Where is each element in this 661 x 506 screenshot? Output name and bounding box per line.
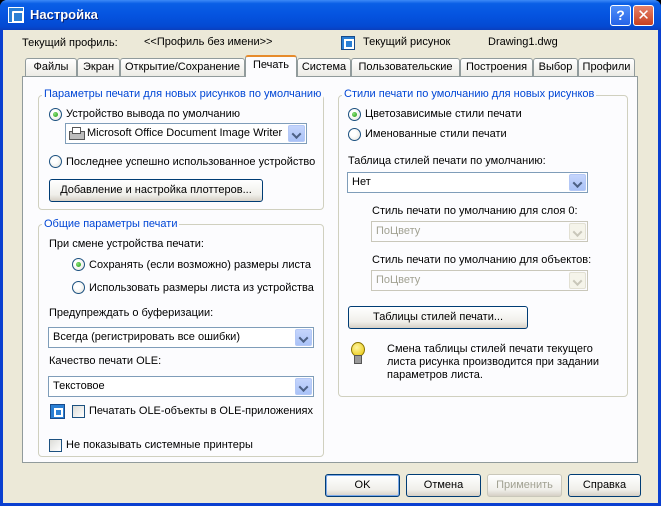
drawing-label: Текущий рисунок <box>363 36 451 48</box>
profile-label: Текущий профиль: <box>22 37 118 49</box>
objects-style-combo[interactable]: ПоЦвету <box>371 270 588 291</box>
ole-quality-value: Текстовое <box>53 380 105 392</box>
drawing-value: Drawing1.dwg <box>488 36 558 48</box>
color-dependent-label: Цветозависимые стили печати <box>365 108 522 120</box>
printer-icon <box>69 127 85 140</box>
tab-plot[interactable]: Печать <box>245 55 297 77</box>
add-plotter-button[interactable]: Добавление и настройка плоттеров... <box>49 179 263 202</box>
ole-apps-label: Печатать OLE-объекты в OLE-приложениях <box>89 405 314 417</box>
device-combo-value: Microsoft Office Document Image Writer <box>87 127 283 139</box>
tab-user[interactable]: Пользовательские <box>351 58 460 76</box>
default-table-value: Нет <box>352 176 371 188</box>
tab-drafting[interactable]: Построения <box>460 58 533 76</box>
keep-paper-size-label: Сохранять (если возможно) размеры листа <box>89 259 312 271</box>
device-combo[interactable]: Microsoft Office Document Image Writer <box>65 123 307 144</box>
named-styles-radio[interactable] <box>348 128 361 141</box>
ole-quality-combo[interactable]: Текстовое <box>48 376 314 397</box>
title-bar[interactable]: Настройка ? ✕ <box>0 0 661 30</box>
tab-open-save[interactable]: Открытие/Сохранение <box>120 58 245 76</box>
plot-styles-title: Стили печати по умолчанию для новых рису… <box>342 88 597 100</box>
color-dependent-radio[interactable] <box>348 108 361 121</box>
apply-button[interactable]: Применить <box>487 474 562 497</box>
new-drawing-defaults-title: Параметры печати для новых рисунков по у… <box>42 88 324 100</box>
options-dialog: Настройка ? ✕ Текущий профиль: <<Профиль… <box>0 0 661 506</box>
tab-profiles[interactable]: Профили <box>578 58 635 76</box>
general-options-title: Общие параметры печати <box>42 218 180 230</box>
spool-alert-combo[interactable]: Всегда (регистрировать все ошибки) <box>48 327 314 348</box>
default-device-radio[interactable] <box>49 108 62 121</box>
ole-icon <box>50 404 65 419</box>
window-title: Настройка <box>30 7 98 22</box>
cancel-button[interactable]: Отмена <box>406 474 481 497</box>
last-used-device-radio[interactable] <box>49 155 62 168</box>
default-table-combo[interactable]: Нет <box>347 172 588 193</box>
drawing-icon <box>341 36 355 50</box>
tab-selection[interactable]: Выбор <box>533 58 578 76</box>
objects-style-label: Стиль печати по умолчанию для объектов: <box>372 254 592 266</box>
chevron-down-icon[interactable] <box>295 329 312 346</box>
chevron-down-icon[interactable] <box>288 125 305 142</box>
use-device-size-label: Использовать размеры листа из устройства <box>89 282 314 294</box>
tab-files[interactable]: Файлы <box>25 58 77 76</box>
chevron-down-icon[interactable] <box>295 378 312 395</box>
on-device-change-label: При смене устройства печати: <box>49 238 204 250</box>
last-used-device-label: Последнее успешно использованное устройс… <box>66 156 316 168</box>
hide-system-printers-checkbox[interactable] <box>49 439 62 452</box>
help-title-button[interactable]: ? <box>610 5 631 26</box>
use-device-size-radio[interactable] <box>72 281 85 294</box>
spool-alert-label: Предупреждать о буферизации: <box>49 307 214 319</box>
hide-system-printers-label: Не показывать системные принтеры <box>66 439 253 451</box>
ole-apps-checkbox[interactable] <box>72 405 85 418</box>
named-styles-label: Именованные стили печати <box>365 128 507 140</box>
plot-style-hint: Смена таблицы стилей печати текущего лис… <box>387 343 600 381</box>
tab-display[interactable]: Экран <box>77 58 120 76</box>
close-button[interactable]: ✕ <box>633 5 654 26</box>
spool-alert-value: Всегда (регистрировать все ошибки) <box>53 331 240 343</box>
default-table-label: Таблица стилей печати по умолчанию: <box>348 155 546 167</box>
help-button[interactable]: Справка <box>568 474 641 497</box>
app-icon <box>8 7 24 23</box>
lightbulb-icon <box>349 342 365 368</box>
keep-paper-size-radio[interactable] <box>72 258 85 271</box>
layer0-style-value: ПоЦвету <box>376 225 421 237</box>
objects-style-value: ПоЦвету <box>376 274 421 286</box>
tab-system[interactable]: Система <box>297 58 351 76</box>
chevron-down-icon[interactable] <box>569 223 586 240</box>
default-device-label: Устройство вывода по умолчанию <box>66 108 240 120</box>
layer0-style-label: Стиль печати по умолчанию для слоя 0: <box>372 205 578 217</box>
ok-button[interactable]: OK <box>325 474 400 497</box>
chevron-down-icon[interactable] <box>569 272 586 289</box>
chevron-down-icon[interactable] <box>569 174 586 191</box>
ole-quality-label: Качество печати OLE: <box>49 355 162 367</box>
profile-value: <<Профиль без имени>> <box>144 36 273 48</box>
layer0-style-combo[interactable]: ПоЦвету <box>371 221 588 242</box>
plot-style-tables-button[interactable]: Таблицы стилей печати... <box>348 306 528 329</box>
